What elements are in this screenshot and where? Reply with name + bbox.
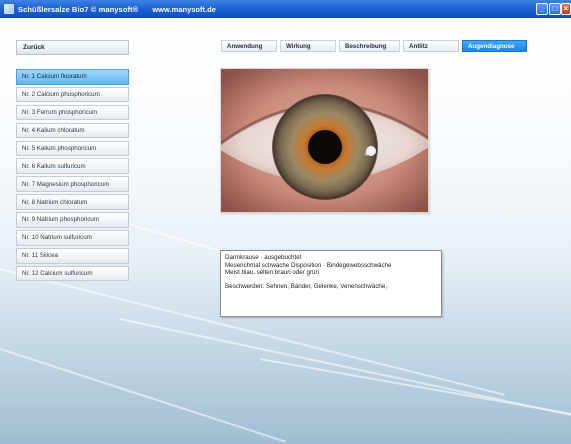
remedy-item-11[interactable]: Nr. 11 Silicea xyxy=(16,247,129,264)
remedy-item-6[interactable]: Nr. 6 Kalium sulfuricum xyxy=(16,158,129,175)
remedy-item-4[interactable]: Nr. 4 Kalium chloratum xyxy=(16,122,129,139)
diagnosis-description: Darmkrause · ausgebuchtet Mesenchmal sch… xyxy=(220,250,442,317)
maximize-button[interactable]: □ xyxy=(549,3,561,15)
tab-anwendung[interactable]: Anwendung xyxy=(221,40,277,52)
background-streak xyxy=(119,318,571,420)
tab-antlitz[interactable]: Antlitz xyxy=(403,40,459,52)
remedy-item-3[interactable]: Nr. 3 Ferrum phosphoricum xyxy=(16,104,129,121)
tab-augendiagnose[interactable]: Augendiagnose xyxy=(462,40,527,52)
close-button[interactable]: × xyxy=(561,3,571,15)
description-line: Mesenchmal schwache Disposition · Bindeg… xyxy=(225,261,392,269)
remedy-item-5[interactable]: Nr. 5 Kalium phosphoricum xyxy=(16,140,129,157)
tab-beschreibung[interactable]: Beschreibung xyxy=(339,40,400,52)
tab-wirkung[interactable]: Wirkung xyxy=(280,40,336,52)
eye-image xyxy=(221,69,428,212)
close-icon: × xyxy=(563,4,569,13)
minimize-button[interactable]: _ xyxy=(536,3,548,15)
window-title: Schüßlersalze Bio7 © manysoft® xyxy=(18,4,139,14)
remedy-item-1[interactable]: Nr. 1 Calcium fluoratum xyxy=(16,69,129,85)
description-line: Darmkrause · ausgebuchtet xyxy=(225,254,302,261)
background-streak xyxy=(0,348,286,443)
remedy-item-12[interactable]: Nr. 12 Calcium sulfuricum xyxy=(16,265,129,282)
website-url: www.manysoft.de xyxy=(152,4,216,14)
remedy-item-10[interactable]: Nr. 10 Natrium sulfuricum xyxy=(16,230,129,246)
remedy-item-2[interactable]: Nr. 2 Calcium phosphoricum xyxy=(16,86,129,103)
remedy-list: Nr. 1 Calcium fluoratum Nr. 2 Calcium ph… xyxy=(16,69,129,284)
app-icon xyxy=(4,4,14,14)
complaints-line: Beschwerden: Sehnen, Bänder, Gelenke, Ve… xyxy=(225,282,388,290)
minimize-icon: _ xyxy=(539,4,545,13)
back-button[interactable]: Zurück xyxy=(16,40,129,55)
maximize-icon: □ xyxy=(552,4,558,13)
background-streak xyxy=(259,358,571,418)
description-line: Meist blau, selten braun oder grün xyxy=(225,269,319,277)
eye-closeup-photo xyxy=(220,68,429,213)
title-bar: Schüßlersalze Bio7 © manysoft® www.manys… xyxy=(0,0,571,18)
main-area: Zurück Nr. 1 Calcium fluoratum Nr. 2 Cal… xyxy=(0,18,571,444)
remedy-item-9[interactable]: Nr. 9 Natrium phosphoricum xyxy=(16,212,129,228)
remedy-item-7[interactable]: Nr. 7 Magnesium phosphoricum xyxy=(16,176,129,192)
remedy-item-8[interactable]: Nr. 8 Natrium chloratum xyxy=(16,194,129,210)
